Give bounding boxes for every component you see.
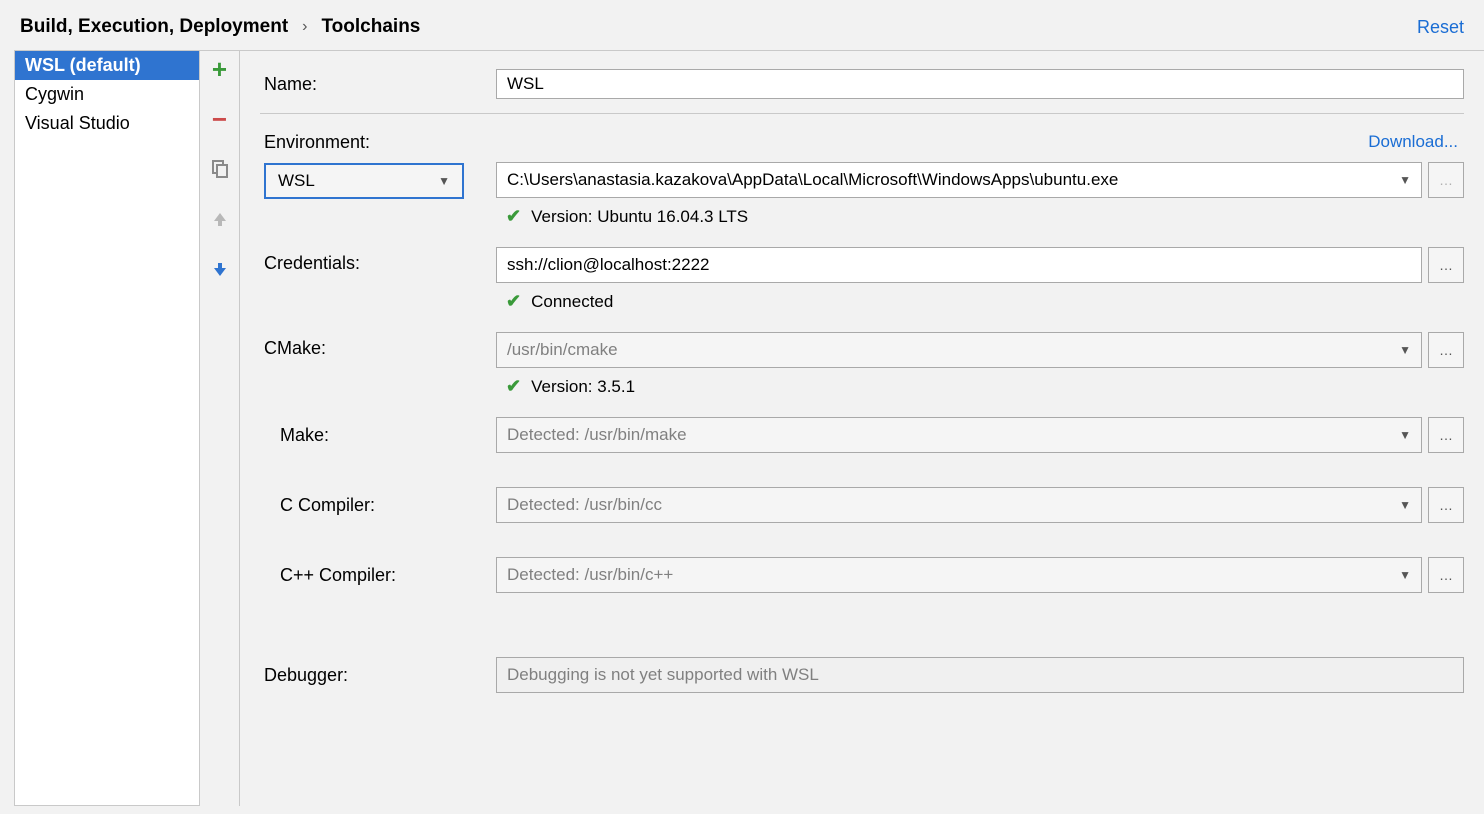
chevron-down-icon: ▼ <box>1399 173 1411 187</box>
reset-link[interactable]: Reset <box>1417 17 1464 38</box>
list-toolbar: + − <box>200 50 240 806</box>
cmake-value: /usr/bin/cmake <box>507 340 618 360</box>
breadcrumb: Build, Execution, Deployment › Toolchain… <box>20 16 420 38</box>
divider <box>260 113 1464 114</box>
credentials-input[interactable] <box>496 247 1422 283</box>
credentials-label: Credentials: <box>260 247 470 274</box>
environment-status: ✔ Version: Ubuntu 16.04.3 LTS <box>496 198 1464 239</box>
toolchain-form: Name: Environment: WSL ▼ Download... <box>240 50 1484 806</box>
environment-path-select[interactable]: C:\Users\anastasia.kazakova\AppData\Loca… <box>496 162 1422 198</box>
cmake-status: ✔ Version: 3.5.1 <box>496 368 1464 409</box>
toolchain-item-wsl[interactable]: WSL (default) <box>15 51 199 80</box>
environment-path-value: C:\Users\anastasia.kazakova\AppData\Loca… <box>507 170 1118 190</box>
move-down-icon[interactable] <box>208 257 232 281</box>
chevron-down-icon: ▼ <box>1399 343 1411 357</box>
chevron-right-icon: › <box>302 18 307 36</box>
make-select[interactable]: Detected: /usr/bin/make ▼ <box>496 417 1422 453</box>
cmake-select[interactable]: /usr/bin/cmake ▼ <box>496 332 1422 368</box>
browse-credentials-button[interactable]: … <box>1428 247 1464 283</box>
breadcrumb-current: Toolchains <box>321 16 420 38</box>
toolchain-item-cygwin[interactable]: Cygwin <box>15 80 199 109</box>
browse-c-compiler-button[interactable]: … <box>1428 487 1464 523</box>
move-up-icon <box>208 207 232 231</box>
toolchain-sidebar: WSL (default) Cygwin Visual Studio + − <box>0 50 240 806</box>
chevron-down-icon: ▼ <box>438 174 450 188</box>
c-compiler-label: C Compiler: <box>260 495 470 516</box>
browse-cmake-button[interactable]: … <box>1428 332 1464 368</box>
c-compiler-select[interactable]: Detected: /usr/bin/cc ▼ <box>496 487 1422 523</box>
chevron-down-icon: ▼ <box>1399 428 1411 442</box>
debugger-input <box>496 657 1464 693</box>
toolchain-item-visual-studio[interactable]: Visual Studio <box>15 109 199 138</box>
toolchain-list[interactable]: WSL (default) Cygwin Visual Studio <box>14 50 200 806</box>
chevron-down-icon: ▼ <box>1399 568 1411 582</box>
remove-icon[interactable]: − <box>208 107 232 131</box>
c-compiler-value: Detected: /usr/bin/cc <box>507 495 662 515</box>
cpp-compiler-label: C++ Compiler: <box>260 565 470 586</box>
environment-type-value: WSL <box>278 171 315 191</box>
cmake-label: CMake: <box>260 332 470 359</box>
settings-header: Build, Execution, Deployment › Toolchain… <box>0 0 1484 50</box>
chevron-down-icon: ▼ <box>1399 498 1411 512</box>
browse-cpp-compiler-button[interactable]: … <box>1428 557 1464 593</box>
download-link[interactable]: Download... <box>1368 132 1464 152</box>
environment-type-select[interactable]: WSL ▼ <box>264 163 464 199</box>
add-icon[interactable]: + <box>208 57 232 81</box>
browse-make-button[interactable]: … <box>1428 417 1464 453</box>
debugger-label: Debugger: <box>260 665 470 686</box>
name-input[interactable] <box>496 69 1464 99</box>
copy-icon[interactable] <box>208 157 232 181</box>
cpp-compiler-value: Detected: /usr/bin/c++ <box>507 565 673 585</box>
make-label: Make: <box>260 425 470 446</box>
check-icon: ✔ <box>506 206 521 227</box>
browse-env-button: … <box>1428 162 1464 198</box>
credentials-status: ✔ Connected <box>496 283 1464 324</box>
environment-label: Environment: <box>264 132 370 153</box>
check-icon: ✔ <box>506 291 521 312</box>
name-label: Name: <box>260 74 470 95</box>
breadcrumb-parent[interactable]: Build, Execution, Deployment <box>20 16 288 38</box>
cpp-compiler-select[interactable]: Detected: /usr/bin/c++ ▼ <box>496 557 1422 593</box>
check-icon: ✔ <box>506 376 521 397</box>
make-value: Detected: /usr/bin/make <box>507 425 687 445</box>
